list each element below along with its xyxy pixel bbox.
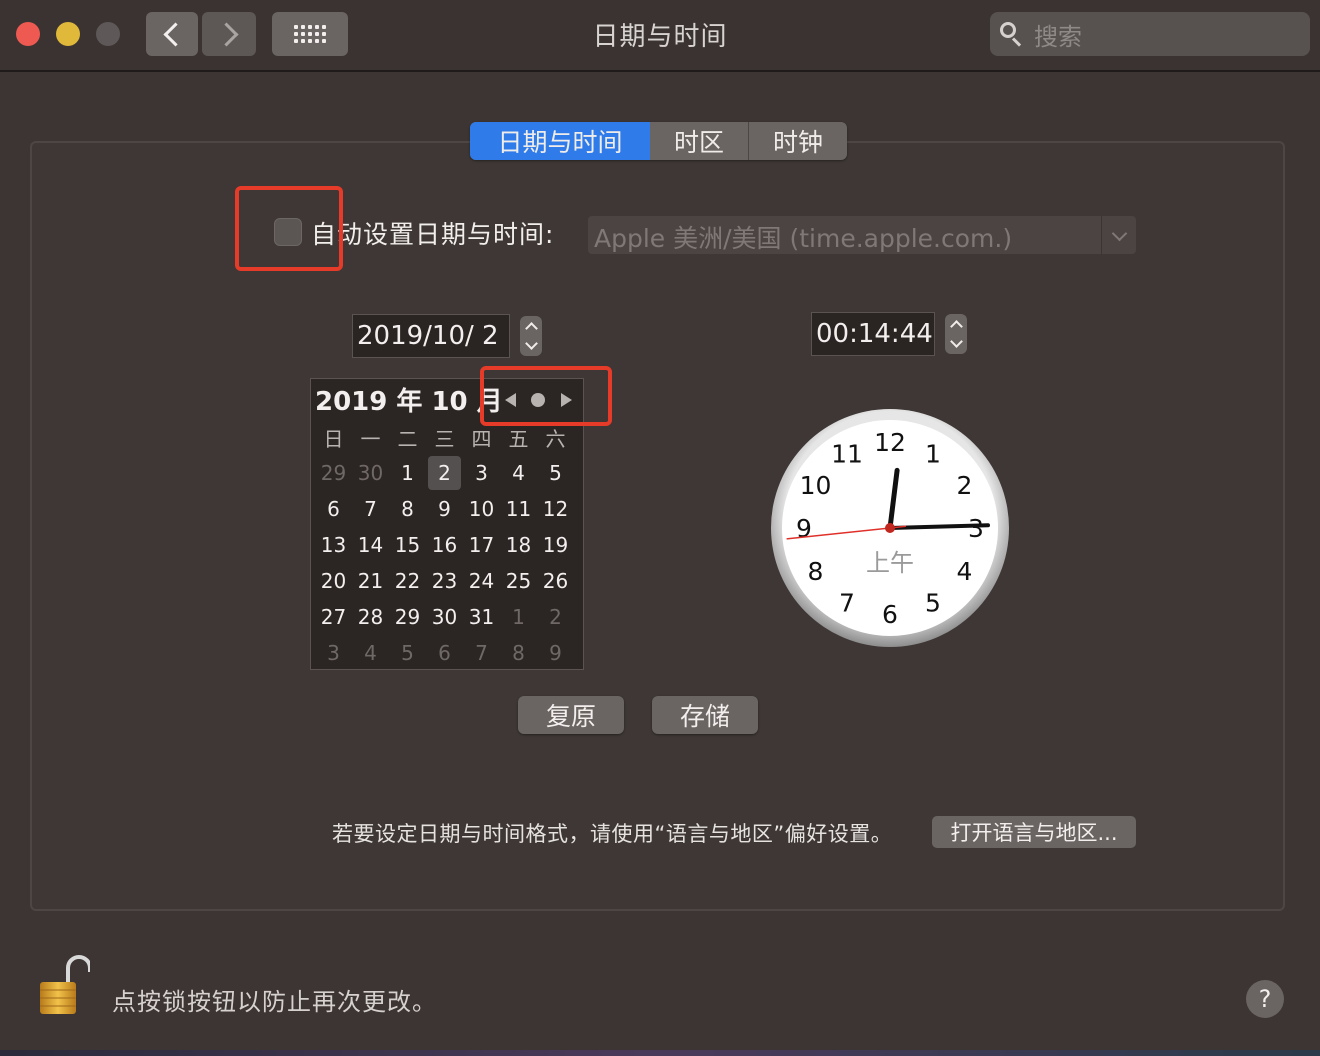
calendar-day[interactable]: 30 [426,599,463,635]
tab-clock[interactable]: 时钟 [749,122,847,160]
format-hint-text: 若要设定日期与时间格式，请使用“语言与地区”偏好设置。 [332,822,893,846]
calendar-day[interactable]: 20 [315,563,352,599]
calendar-day[interactable]: 16 [426,527,463,563]
calendar-day[interactable]: 3 [315,635,352,671]
calendar-day[interactable]: 1 [389,455,426,491]
time-server-value: Apple 美洲/美国 (time.apple.com.) [594,224,1013,253]
clock-number: 2 [957,471,973,500]
desktop-strip [0,1050,1320,1056]
calendar-day[interactable]: 9 [537,635,574,671]
calendar-day[interactable]: 21 [352,563,389,599]
calendar-day[interactable]: 29 [315,455,352,491]
time-stepper[interactable] [945,314,967,354]
date-field[interactable]: 2019/10/ 2 [352,314,510,358]
calendar-day[interactable]: 7 [352,491,389,527]
unlocked-padlock-icon[interactable] [38,954,90,1018]
calendar-day[interactable]: 30 [352,455,389,491]
calendar-day[interactable]: 23 [426,563,463,599]
weekday-label: 四 [471,427,492,451]
tab-date-time[interactable]: 日期与时间 [470,122,650,160]
calendar-day[interactable]: 14 [352,527,389,563]
calendar-day[interactable]: 31 [463,599,500,635]
calendar-day[interactable]: 29 [389,599,426,635]
revert-button[interactable]: 复原 [518,696,624,734]
stepper-up-icon [524,322,538,335]
calendar-day[interactable]: 8 [389,491,426,527]
weekday-label: 六 [545,427,566,451]
clock-number: 10 [800,471,832,500]
calendar-day[interactable]: 6 [315,491,352,527]
calendar-day[interactable]: 22 [389,563,426,599]
calendar-day[interactable]: 4 [352,635,389,671]
calendar-day[interactable]: 17 [463,527,500,563]
stepper-down-icon [524,337,538,350]
clock-number: 11 [831,440,863,469]
calendar-day[interactable]: 11 [500,491,537,527]
clock-number: 4 [957,557,973,586]
calendar-day[interactable]: 3 [463,455,500,491]
calendar-month-title: 2019 年 10 月 [315,387,503,417]
date-stepper[interactable] [520,316,542,356]
weekday-label: 五 [508,427,529,451]
calendar-day[interactable]: 2 [537,599,574,635]
help-button[interactable]: ? [1246,980,1284,1018]
clock-number: 3 [968,514,984,543]
clock-center [885,523,895,533]
clock-period-label: 上午 [866,549,914,577]
calendar-day[interactable]: 7 [463,635,500,671]
calendar-day-grid: 29 30 1 2 3 4 5 6 7 8 9 10 11 12 13 14 15 16 17 18 19 20 21 22 2… [315,455,574,671]
open-language-region-button[interactable]: 打开语言与地区... [932,816,1136,848]
highlight-box-checkbox [235,186,343,271]
tab-time-zone[interactable]: 时区 [650,122,749,160]
calendar-day[interactable]: 5 [537,455,574,491]
time-field[interactable]: 00:14:44 [811,312,935,356]
calendar-day[interactable]: 15 [389,527,426,563]
calendar-day[interactable]: 6 [426,635,463,671]
calendar-day[interactable]: 5 [389,635,426,671]
tab-bar: 日期与时间 时区 时钟 [470,122,847,160]
calendar-day[interactable]: 12 [537,491,574,527]
search-placeholder: 搜索 [1034,22,1082,51]
calendar-day[interactable]: 25 [500,563,537,599]
analog-clock: 12 12 3 45678 9 1011 上午 [771,409,1009,647]
calendar-day[interactable]: 27 [315,599,352,635]
time-server-select: Apple 美洲/美国 (time.apple.com.) [588,216,1136,254]
clock-number: 9 [796,514,812,543]
calendar-weekday-header: 日一二三四五六 [315,423,574,452]
calendar-day[interactable]: 28 [352,599,389,635]
lock-hint-text: 点按锁按钮以防止再次更改。 [112,988,437,1016]
search-icon [1000,22,1024,46]
calendar-day[interactable]: 13 [315,527,352,563]
clock-number: 1 [925,440,941,469]
save-button[interactable]: 存储 [652,696,758,734]
clock-number: 6 [882,600,898,629]
weekday-label: 日 [323,427,344,451]
title-bar: 日期与时间 搜索 [0,0,1320,72]
clock-number: 8 [808,557,824,586]
weekday-label: 三 [434,427,455,451]
clock-number: 5 [925,589,941,618]
stepper-up-icon [949,320,963,333]
clock-number: 7 [839,589,855,618]
calendar-day[interactable]: 8 [500,635,537,671]
date-time-panel [30,141,1285,911]
weekday-label: 一 [360,427,381,451]
calendar-day[interactable]: 24 [463,563,500,599]
calendar-day[interactable]: 1 [500,599,537,635]
calendar-day[interactable]: 9 [426,491,463,527]
search-input[interactable]: 搜索 [990,12,1310,56]
calendar-day[interactable]: 10 [463,491,500,527]
calendar-day[interactable]: 19 [537,527,574,563]
stepper-down-icon [949,335,963,348]
chevron-down-icon [1101,216,1136,254]
auto-set-label: 自动设置日期与时间: [311,220,555,249]
highlight-box-calendar-nav [480,366,612,426]
calendar-day[interactable]: 2 [428,456,461,490]
calendar-day[interactable]: 18 [500,527,537,563]
weekday-label: 二 [397,427,418,451]
clock-number: 12 [874,428,906,457]
calendar-day[interactable]: 4 [500,455,537,491]
calendar-day[interactable]: 26 [537,563,574,599]
